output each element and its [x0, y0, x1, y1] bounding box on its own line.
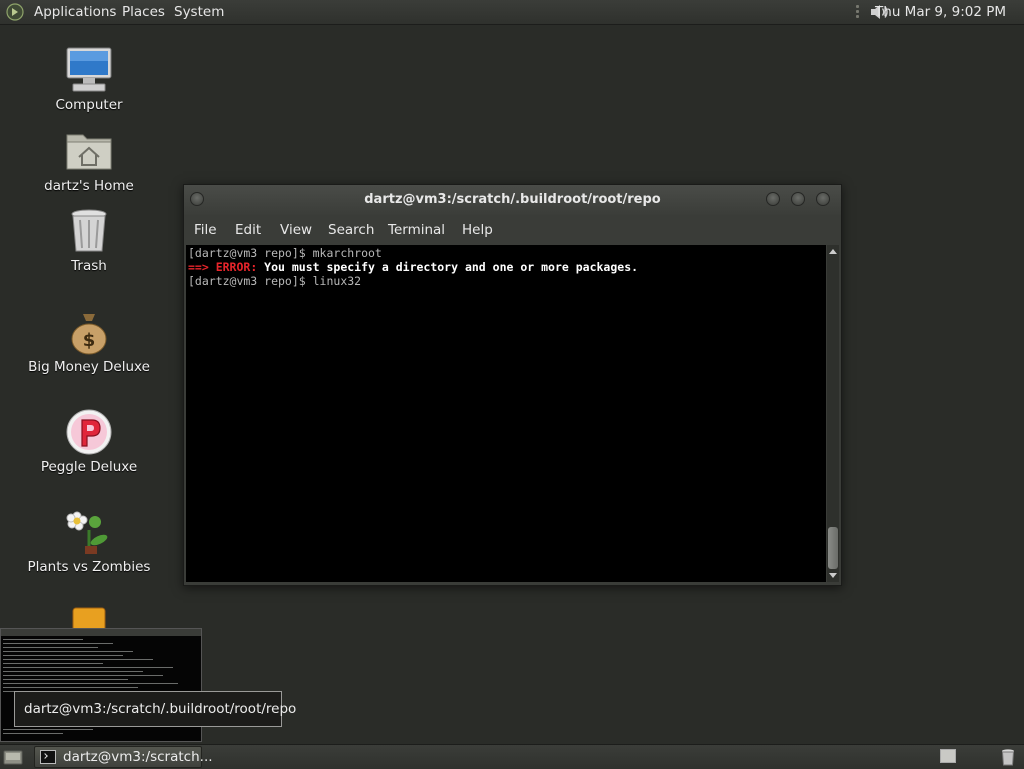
menu-help[interactable]: Help — [462, 215, 493, 245]
svg-text:$: $ — [83, 330, 96, 351]
terminal-output[interactable]: [dartz@vm3 repo]$ mkarchroot ==> ERROR: … — [186, 245, 826, 582]
terminal-line-3: [dartz@vm3 repo]$ linux32 — [188, 274, 362, 288]
plants-flower-icon — [66, 511, 108, 554]
peggle-icon — [66, 409, 112, 455]
terminal-line-2: ==> ERROR: You must specify a directory … — [188, 260, 638, 274]
trash-label: Trash — [71, 258, 107, 274]
menu-terminal[interactable]: Terminal — [388, 215, 445, 245]
panel-drag-handle[interactable] — [856, 4, 860, 20]
big-money-desktop-icon[interactable]: $ Big Money Deluxe — [14, 308, 164, 375]
show-desktop-icon[interactable] — [3, 748, 23, 766]
places-menu[interactable]: Places — [122, 0, 165, 24]
home-label: dartz's Home — [44, 178, 134, 194]
peggle-desktop-icon[interactable]: Peggle Deluxe — [14, 408, 164, 475]
close-button[interactable] — [816, 192, 830, 206]
top-panel: Applications Places System Thu Mar 9, 9:… — [0, 0, 1024, 25]
menu-view[interactable]: View — [280, 215, 312, 245]
terminal-menu-bar: File Edit View Search Terminal Help — [184, 215, 841, 245]
scroll-thumb[interactable] — [828, 527, 838, 569]
title-bar[interactable]: dartz@vm3:/scratch/.buildroot/root/repo — [184, 185, 841, 215]
window-tooltip: dartz@vm3:/scratch/.buildroot/root/repo — [14, 691, 296, 727]
workspace-switcher[interactable] — [940, 749, 956, 763]
home-desktop-icon[interactable]: dartz's Home — [14, 127, 164, 194]
money-bag-icon: $ — [71, 314, 107, 355]
taskbar-terminal-label: dartz@vm3:/scratch... — [63, 749, 213, 765]
home-folder-icon — [66, 134, 112, 170]
taskbar-terminal-button[interactable]: dartz@vm3:/scratch... — [34, 746, 213, 768]
trash-desktop-icon[interactable]: Trash — [14, 207, 164, 274]
scroll-down-arrow-icon[interactable] — [829, 573, 837, 578]
computer-desktop-icon[interactable]: Computer — [14, 46, 164, 113]
menu-file[interactable]: File — [194, 215, 217, 245]
error-arrow: ==> — [188, 260, 216, 274]
window-title: dartz@vm3:/scratch/.buildroot/root/repo — [364, 192, 661, 207]
trash-applet-icon[interactable] — [1000, 748, 1016, 766]
preview-menu-bar — [1, 629, 201, 636]
foot-logo-icon[interactable] — [6, 3, 24, 21]
menu-search[interactable]: Search — [328, 215, 374, 245]
bottom-panel: dartz@vm3:/scratch... — [0, 744, 1024, 769]
big-money-label: Big Money Deluxe — [28, 359, 150, 375]
computer-icon — [66, 47, 112, 92]
plants-desktop-icon[interactable]: Plants vs Zombies — [14, 508, 164, 575]
error-message: You must specify a directory and one or … — [257, 260, 639, 274]
scroll-up-arrow-icon[interactable] — [829, 249, 837, 254]
terminal-icon — [40, 750, 56, 764]
terminal-window[interactable]: dartz@vm3:/scratch/.buildroot/root/repo … — [183, 184, 842, 586]
computer-label: Computer — [55, 97, 123, 113]
terminal-scrollbar[interactable] — [827, 245, 839, 582]
applications-menu[interactable]: Applications — [34, 0, 116, 24]
error-label: ERROR: — [215, 260, 258, 274]
minimize-button[interactable] — [766, 192, 780, 206]
menu-edit[interactable]: Edit — [235, 215, 261, 245]
trash-icon — [71, 209, 107, 252]
clock[interactable]: Thu Mar 9, 9:02 PM — [875, 0, 1006, 24]
peggle-label: Peggle Deluxe — [40, 459, 138, 475]
system-menu[interactable]: System — [174, 0, 224, 24]
terminal-line-1: [dartz@vm3 repo]$ mkarchroot — [188, 246, 382, 260]
maximize-button[interactable] — [791, 192, 805, 206]
plants-label: Plants vs Zombies — [27, 559, 151, 575]
